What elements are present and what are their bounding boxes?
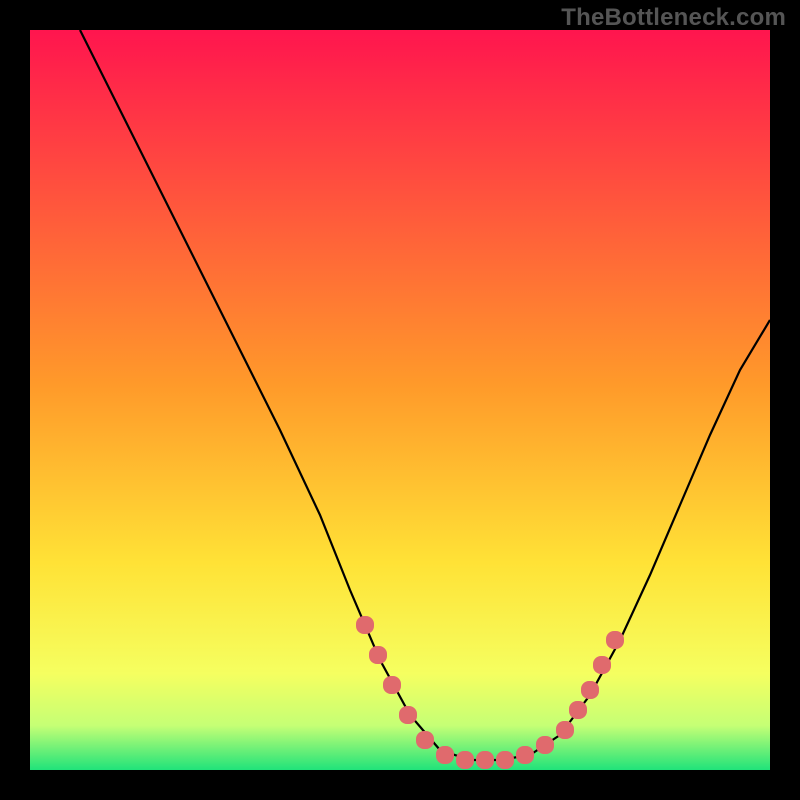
marker-dot [476,751,494,769]
marker-dot [496,751,514,769]
chart-frame: TheBottleneck.com [0,0,800,800]
marker-dot [516,746,534,764]
watermark-text: TheBottleneck.com [561,4,786,32]
marker-dot [606,631,624,649]
marker-dot [556,721,574,739]
marker-dot [456,751,474,769]
marker-dot [436,746,454,764]
marker-dot [569,701,587,719]
plot-area [30,30,770,770]
marker-dot [399,706,417,724]
marker-dot [356,616,374,634]
chart-svg [30,30,770,770]
marker-dot [416,731,434,749]
marker-dot [369,646,387,664]
gradient-background [30,30,770,770]
marker-dot [593,656,611,674]
marker-dot [536,736,554,754]
marker-dot [383,676,401,694]
marker-dot [581,681,599,699]
